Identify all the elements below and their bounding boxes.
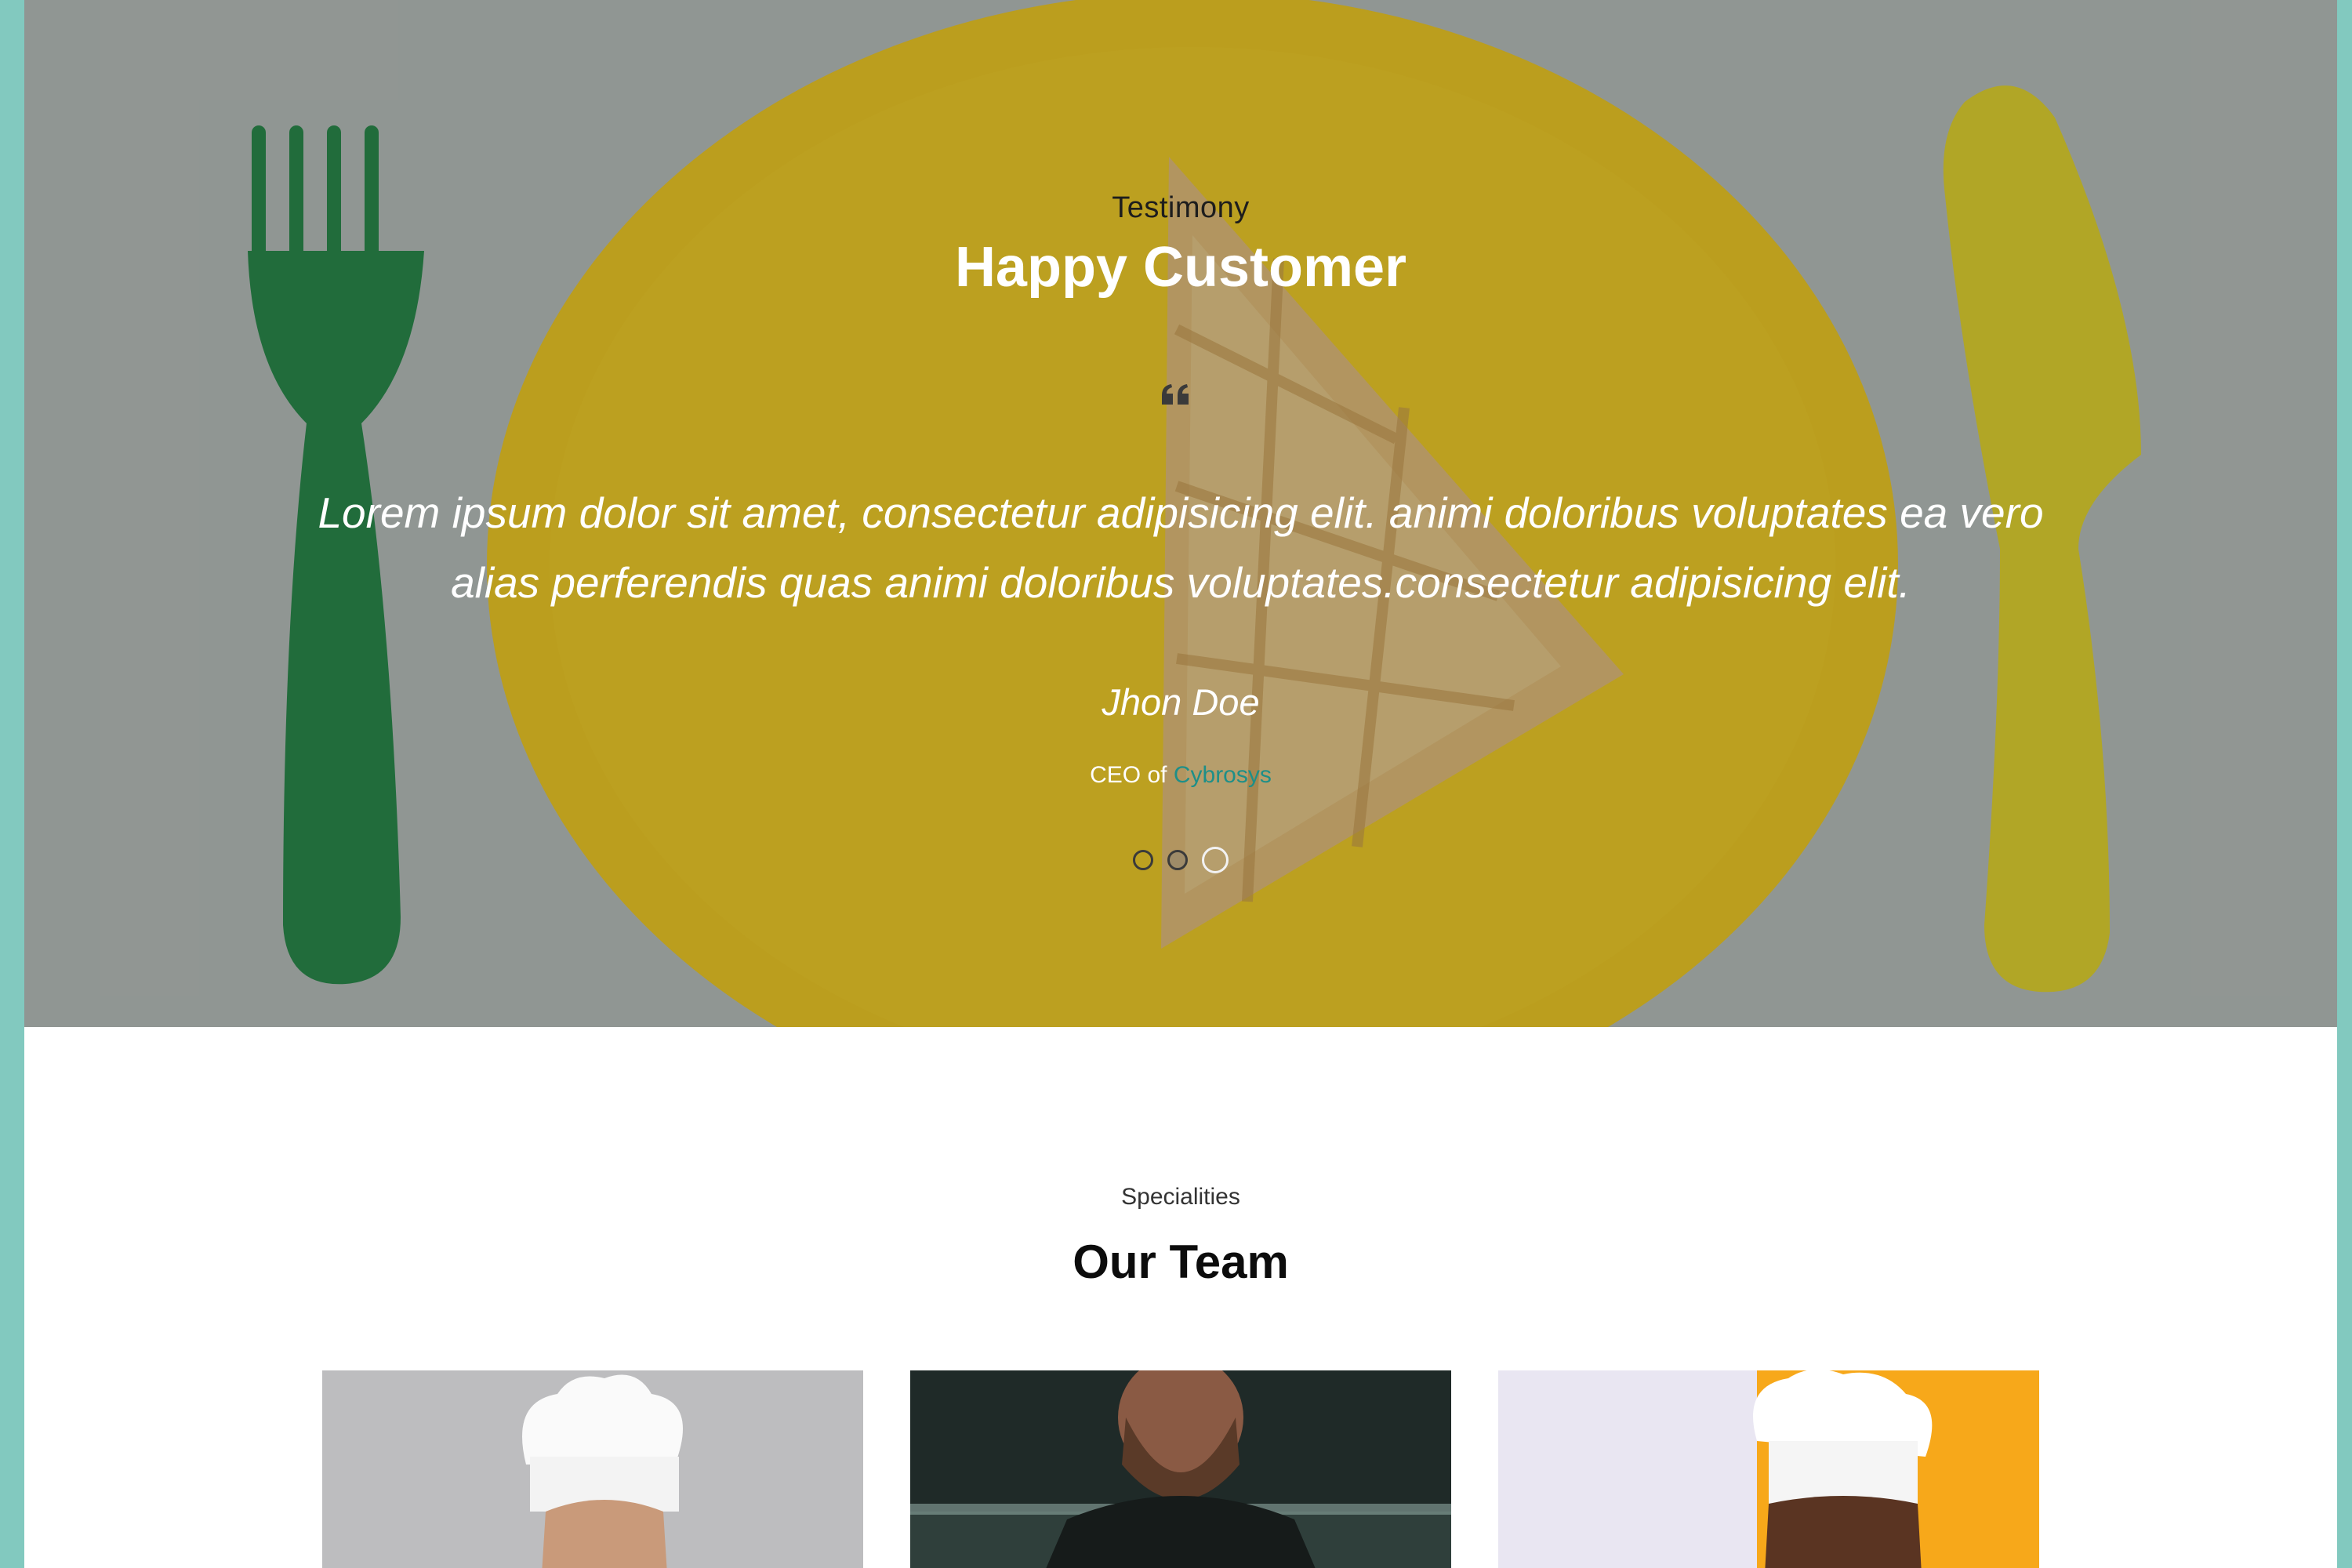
chef-orange-background-photo: [1498, 1370, 2039, 1568]
team-member-card-1[interactable]: [322, 1370, 863, 1568]
carousel-indicators: [24, 847, 2337, 873]
carousel-dot-1[interactable]: [1133, 850, 1153, 870]
chef-white-hat-photo: [322, 1370, 863, 1568]
testimonial-author: Jhon Doe: [1102, 681, 1260, 723]
team-title: Our Team: [1073, 1236, 1289, 1288]
testimonial-content: Testimony Happy Customer Lorem ipsum dol…: [24, 0, 2337, 1027]
team-eyebrow: Specialities: [1121, 1184, 1240, 1210]
testimonial-role: CEO of Cybrosys: [24, 762, 2337, 789]
bearded-chef-photo: [910, 1370, 1451, 1568]
carousel-dot-2[interactable]: [1167, 850, 1188, 870]
role-prefix: CEO of: [1090, 762, 1167, 788]
company-link[interactable]: Cybrosys: [1174, 762, 1272, 788]
testimonial-section: Testimony Happy Customer Lorem ipsum dol…: [24, 0, 2337, 1027]
page: Testimony Happy Customer Lorem ipsum dol…: [24, 0, 2337, 1568]
team-member-card-3[interactable]: [1498, 1370, 2039, 1568]
team-member-card-2[interactable]: [910, 1370, 1451, 1568]
testimonial-quote: Lorem ipsum dolor sit amet, consectetur …: [318, 488, 2044, 607]
carousel-dot-3-active[interactable]: [1202, 847, 1229, 873]
testimony-eyebrow: Testimony: [1112, 191, 1250, 224]
testimony-title: Happy Customer: [954, 236, 1407, 299]
quote-left-icon: [1162, 384, 1189, 405]
